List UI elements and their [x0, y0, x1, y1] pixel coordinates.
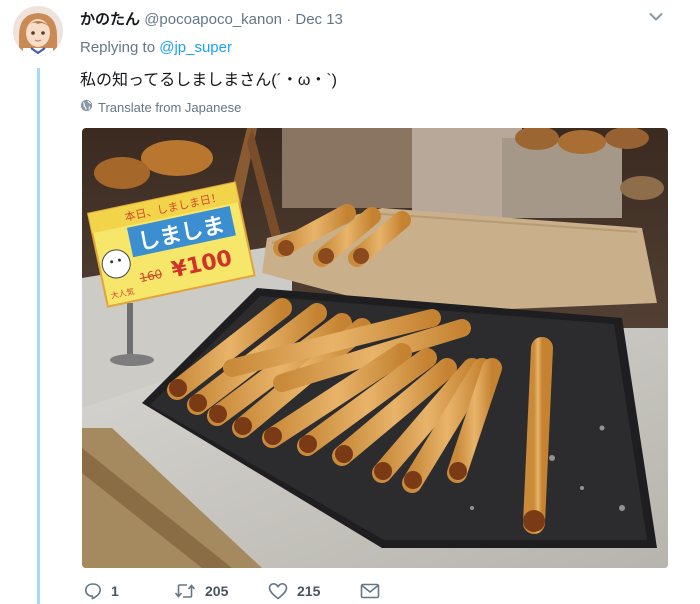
retweet-button[interactable]: 205 — [174, 582, 268, 600]
tweet-actions: 1 205 215 — [84, 582, 380, 600]
tweet-header: かのたん @pocoapoco_kanon · Dec 13 — [80, 8, 343, 29]
retweet-count: 205 — [205, 583, 229, 599]
replying-to: Replying to @jp_super — [80, 39, 232, 56]
globe-icon — [80, 99, 93, 115]
reply-button[interactable]: 1 — [84, 582, 174, 600]
translate-label: Translate from Japanese — [98, 99, 242, 115]
tweet-date[interactable]: Dec 13 — [295, 11, 343, 28]
caret-down-icon[interactable] — [649, 9, 663, 21]
reply-count: 1 — [111, 583, 119, 599]
tweet-photo[interactable]: 本日、しましま日！ しましま 160 ¥100 大人気 — [82, 128, 668, 568]
retweet-icon — [174, 582, 196, 600]
user-handle[interactable]: @pocoapoco_kanon — [144, 11, 282, 28]
thread-line — [37, 68, 40, 604]
message-icon — [360, 583, 380, 599]
direct-message-button[interactable] — [360, 583, 380, 599]
translate-link[interactable]: Translate from Japanese — [80, 99, 241, 115]
mention-link[interactable]: @jp_super — [159, 39, 232, 56]
reply-icon — [84, 582, 102, 600]
display-name[interactable]: かのたん — [80, 11, 140, 28]
tweet-text: 私の知ってるしましまさん(´・ω・`) — [80, 72, 338, 89]
like-count: 215 — [297, 583, 321, 599]
avatar[interactable] — [13, 6, 63, 56]
replying-prefix: Replying to — [80, 39, 156, 56]
separator-dot: · — [286, 11, 292, 28]
heart-icon — [268, 582, 288, 600]
like-button[interactable]: 215 — [268, 582, 360, 600]
